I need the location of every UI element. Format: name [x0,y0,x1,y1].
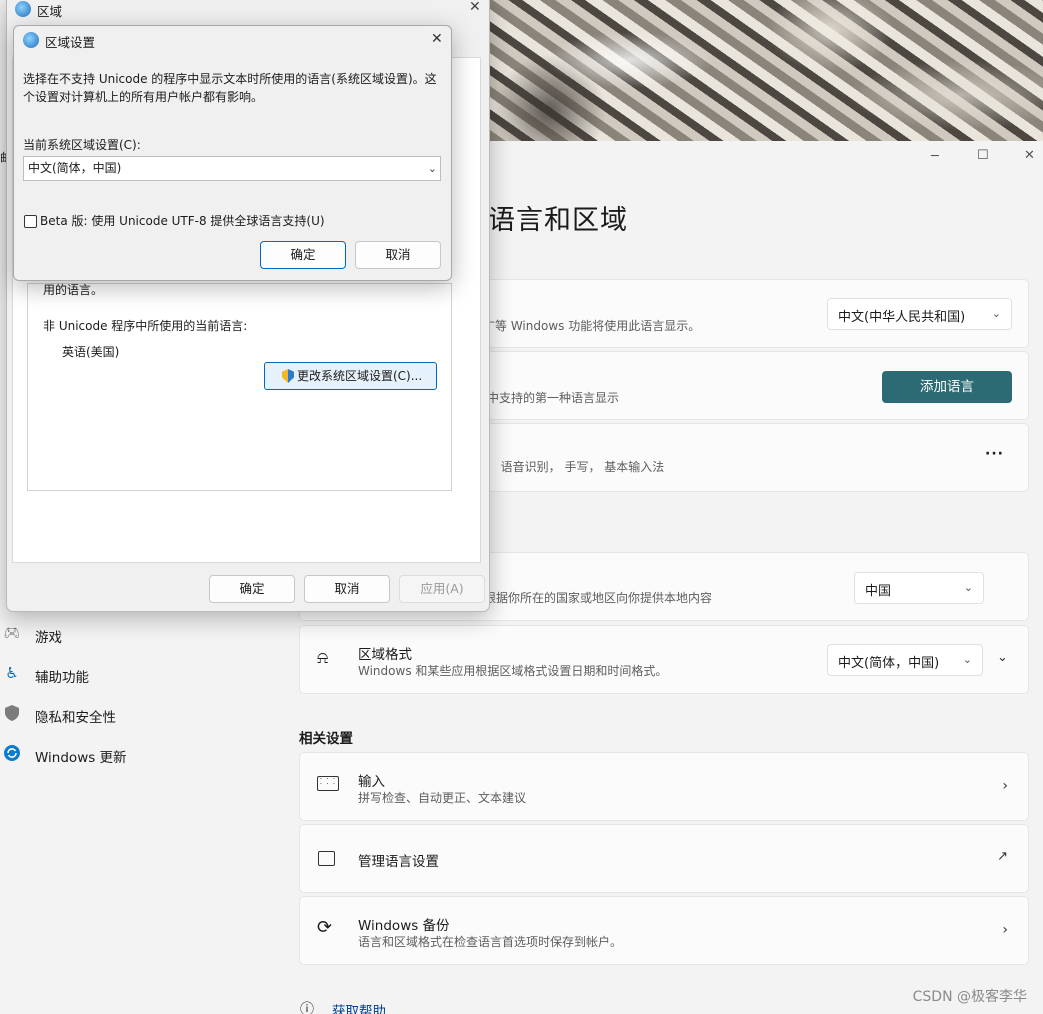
dropdown-value: 中国 [865,584,892,599]
country-desc: 根据你所在的国家或地区向你提供本地内容 [484,591,713,605]
add-language-button[interactable]: 添加语言 [882,371,1012,403]
uac-shield-icon [282,369,294,383]
gamepad-icon: 🎮︎ [3,625,21,641]
chevron-right-icon: › [1002,922,1008,938]
chevron-down-icon: ⌄ [991,307,1001,320]
current-locale-select[interactable]: 中文(简体，中国) ⌄ [23,156,441,181]
regional-format-dropdown[interactable]: 中文(简体，中国) ⌄ [827,644,983,676]
chevron-down-icon: ⌄ [427,162,437,175]
nonunicode-value: 英语(美国) [62,345,120,359]
chevron-right-icon: › [1002,778,1008,794]
display-language-desc: 广等 Windows 功能将使用此语言显示。 [483,319,701,333]
nav-item-label: 辅助功能 [35,670,89,686]
related-item-admin-language[interactable]: 管理语言设置 ↗ [299,824,1029,893]
nav-item-label: 隐私和安全性 [35,710,116,726]
related-item-title: 管理语言设置 [358,854,439,870]
regional-format-desc: Windows 和某些应用根据区域格式设置日期和时间格式。 [358,664,668,678]
language-features-desc: ⁶， 语音识别， 手写， 基本输入法 [480,460,665,474]
related-item-title: Windows 备份 [358,918,450,934]
region-apply-button[interactable]: 应用(A) [399,575,485,603]
maximize-button[interactable]: ☐ [977,148,989,163]
regional-format-icon: ⍾ [317,648,329,668]
globe-icon [23,32,39,48]
nav-item-gaming[interactable]: 🎮︎ 游戏 [0,617,280,653]
beta-utf8-checkbox[interactable] [24,215,37,228]
select-value: 中文(简体，中国) [28,161,122,175]
language-admin-icon [318,851,335,866]
update-icon [4,745,20,761]
display-language-dropdown[interactable]: 中文(中华人民共和国) ⌄ [827,298,1012,330]
locale-dialog-description: 选择在不支持 Unicode 的程序中显示文本时所使用的语言(系统区域设置)。这… [23,72,437,104]
preferred-languages-desc: 中支持的第一种语言显示 [487,391,620,405]
regional-format-card[interactable]: ⍾ 区域格式 Windows 和某些应用根据区域格式设置日期和时间格式。 中文(… [299,625,1029,694]
more-options-icon[interactable]: ··· [985,446,1004,462]
region-dialog-title: 区域 [37,4,63,19]
locale-ok-button[interactable]: 确定 [260,241,346,269]
groupbox-text-fragment: 用的语言。 [43,283,104,297]
related-item-title: 输入 [358,774,385,790]
shield-icon [4,705,20,721]
nav-item-accessibility[interactable]: ♿︎ 辅助功能 [0,657,280,693]
backup-sync-icon: ⟳ [317,917,333,938]
locale-dialog-title: 区域设置 [45,35,96,50]
keyboard-icon: · · · · · · [317,776,339,791]
watermark: CSDN @极客李华 [912,989,1027,1005]
country-dropdown[interactable]: 中国 ⌄ [854,572,984,604]
help-icon: ⓘ [300,1002,314,1014]
related-settings-header: 相关设置 [299,731,353,747]
external-link-icon: ↗ [997,849,1008,864]
accessibility-icon: ♿︎ [5,664,19,682]
nav-item-windows-update[interactable]: Windows 更新 [0,737,280,773]
locale-settings-dialog: 区域设置 ✕ 选择在不支持 Unicode 的程序中显示文本时所使用的语言(系统… [13,25,452,281]
close-button[interactable]: ✕ [1024,148,1035,163]
nav-item-privacy[interactable]: 隐私和安全性 [0,697,280,733]
locale-cancel-button[interactable]: 取消 [355,241,441,269]
globe-icon [15,1,31,17]
regional-format-title: 区域格式 [358,647,412,663]
change-system-locale-button[interactable]: 更改系统区域设置(C)... [264,362,437,390]
nonunicode-label: 非 Unicode 程序中所使用的当前语言: [43,319,248,333]
chevron-down-icon: ⌄ [963,581,973,594]
related-item-desc: 语言和区域格式在检查语言首选项时保存到帐户。 [358,935,623,949]
nav-item-label: 游戏 [35,630,62,646]
expand-chevron-icon[interactable]: ⌄ [997,650,1008,665]
related-item-typing[interactable]: · · · · · · 输入 拼写检查、自动更正、文本建议 › [299,752,1029,821]
region-dialog-close-button[interactable]: ✕ [469,0,481,15]
chevron-down-icon: ⌄ [962,653,972,666]
region-ok-button[interactable]: 确定 [209,575,295,603]
dropdown-value: 中文(中华人民共和国) [838,310,966,325]
dropdown-value: 中文(简体，中国) [838,656,940,671]
page-title: 语言和区域 [488,205,628,236]
locale-dialog-close-button[interactable]: ✕ [431,31,443,47]
minimize-button[interactable]: ─ [931,149,939,164]
beta-utf8-label[interactable]: Beta 版: 使用 Unicode UTF-8 提供全球语言支持(U) [40,212,325,229]
related-item-backup[interactable]: ⟳ Windows 备份 语言和区域格式在检查语言首选项时保存到帐户。 › [299,896,1029,965]
button-label: 更改系统区域设置(C)... [297,369,423,383]
get-help-link[interactable]: 获取帮助 [332,1000,386,1014]
desktop-wallpaper [490,0,1043,141]
current-locale-label: 当前系统区域设置(C): [23,138,141,152]
nav-item-label: Windows 更新 [35,750,127,766]
related-item-desc: 拼写检查、自动更正、文本建议 [358,791,527,805]
region-cancel-button[interactable]: 取消 [304,575,390,603]
